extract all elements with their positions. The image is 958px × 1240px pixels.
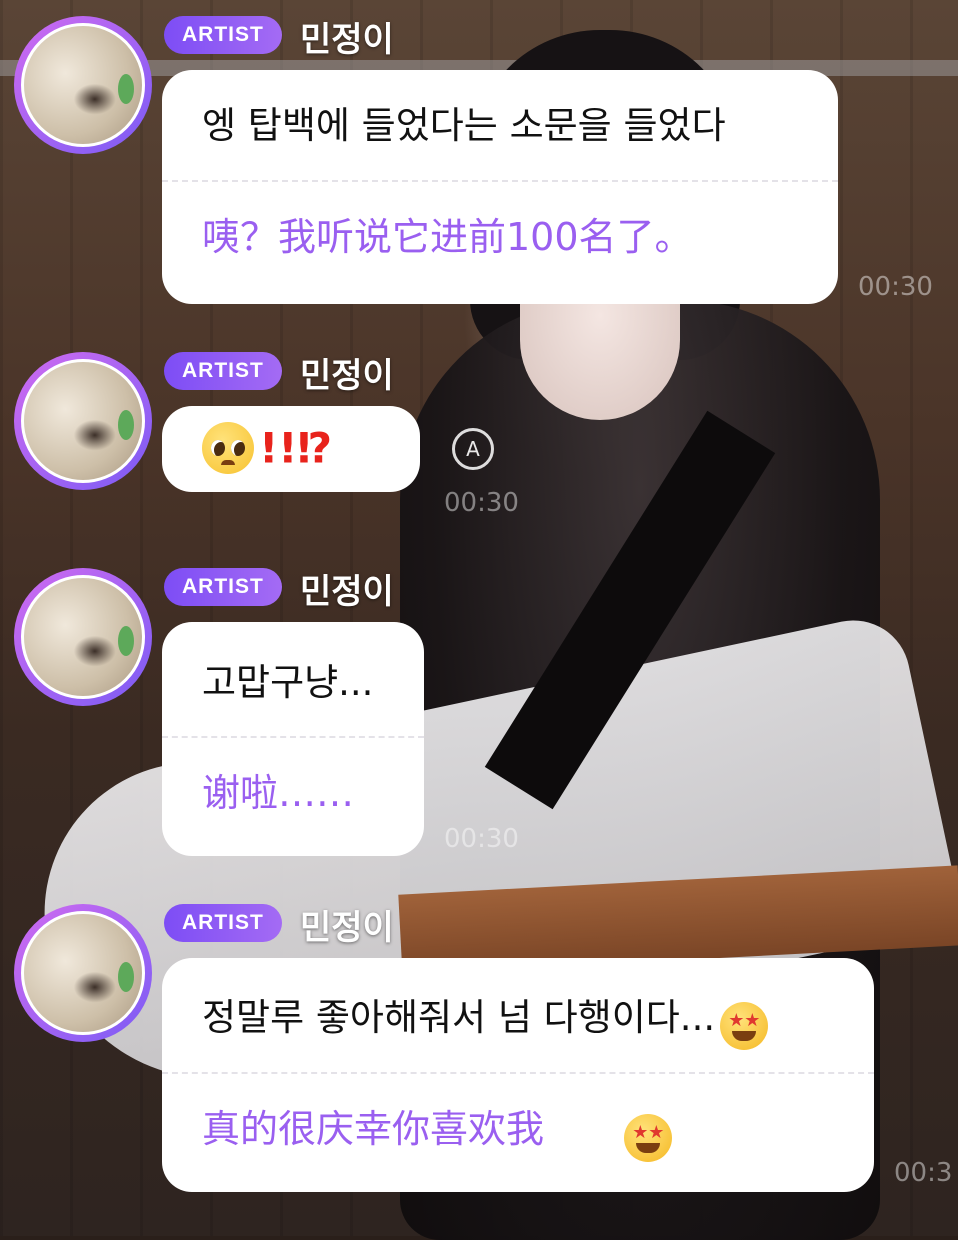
sender-name: 민정이 — [300, 908, 394, 948]
timestamp: 00:30 — [444, 824, 519, 854]
artist-badge: ARTIST — [164, 16, 282, 54]
translated-text: 真的很庆幸你喜欢我 — [202, 1107, 545, 1151]
translate-icon[interactable]: A — [452, 428, 494, 470]
avatar-photo — [21, 359, 145, 483]
avatar-photo — [21, 575, 145, 699]
avatar[interactable] — [14, 904, 152, 1042]
exclamation-marks: !!⁉ — [259, 423, 333, 473]
star-struck-emoji: ★ ★ — [720, 1001, 769, 1050]
translated-text: 咦？我听说它进前100名了。 — [202, 215, 693, 259]
pleading-face-emoji — [202, 422, 254, 474]
avatar[interactable] — [14, 352, 152, 490]
avatar-photo — [21, 911, 145, 1035]
artist-badge: ARTIST — [164, 568, 282, 606]
message-bubble[interactable]: !!⁉ — [162, 406, 420, 492]
sender-name: 민정이 — [300, 572, 394, 612]
original-text: 정말루 좋아해줘서 넘 다행이다... — [202, 996, 716, 1039]
avatar[interactable] — [14, 568, 152, 706]
avatar[interactable] — [14, 16, 152, 154]
original-text: 엥 탑백에 들었다는 소문을 들었다 — [202, 104, 726, 147]
artist-badge: ARTIST — [164, 904, 282, 942]
timestamp: 00:30 — [444, 488, 519, 518]
avatar-photo — [21, 23, 145, 147]
translated-text: 谢啦…… — [202, 771, 355, 815]
message-bubble[interactable]: 고맙구냥... 谢啦…… — [162, 622, 424, 856]
artist-badge: ARTIST — [164, 352, 282, 390]
timestamp: 00:30 — [858, 272, 933, 302]
message-bubble[interactable]: 정말루 좋아해줘서 넘 다행이다... ★ ★ 真的很庆幸你喜欢我 ★ ★ — [162, 958, 874, 1192]
sender-name: 민정이 — [300, 356, 394, 396]
sender-name: 민정이 — [300, 20, 394, 60]
message-bubble[interactable]: 엥 탑백에 들었다는 소문을 들었다 咦？我听说它进前100名了。 — [162, 70, 838, 304]
timestamp: 00:3 — [894, 1158, 953, 1188]
original-text: 고맙구냥... — [202, 661, 374, 704]
star-struck-emoji: ★ ★ — [624, 1113, 673, 1162]
